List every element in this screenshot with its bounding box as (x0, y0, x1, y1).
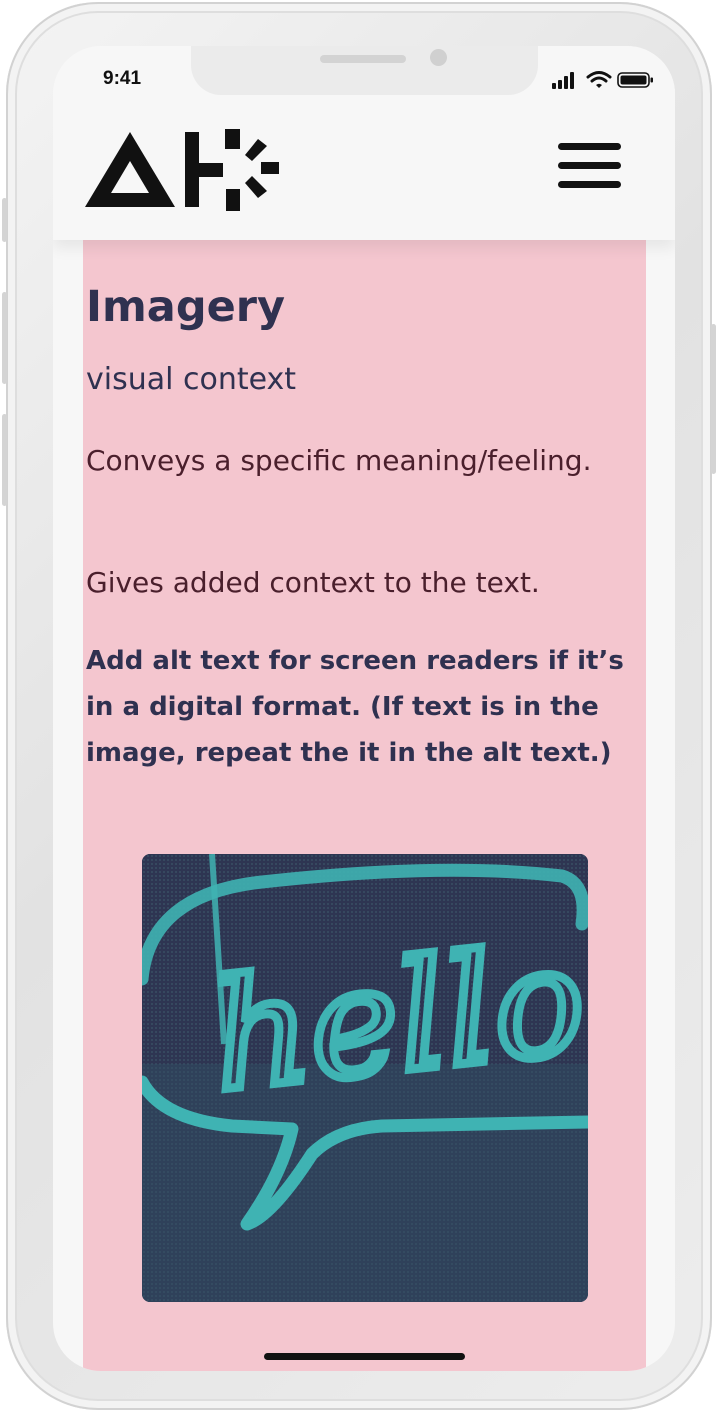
front-camera (430, 49, 447, 66)
phone-frame: 9:41 Imagery visual context Conveys a sp… (2, 2, 716, 1410)
notch (191, 46, 538, 95)
power-button (711, 324, 716, 474)
page-subtitle: visual context (86, 362, 297, 397)
menu-bar-top (558, 143, 621, 150)
page-title: Imagery (86, 282, 286, 332)
status-bar: 9:41 (53, 46, 675, 116)
content-card: Imagery visual context Conveys a specifi… (83, 240, 646, 1371)
speaker-grille (320, 55, 406, 63)
alt-logo[interactable] (85, 129, 280, 211)
alt-text-note: Add alt text for screen readers if it’s … (86, 646, 624, 768)
status-time: 9:41 (103, 68, 142, 89)
app-header (53, 116, 675, 240)
status-icons (551, 70, 656, 90)
home-indicator[interactable] (264, 1353, 465, 1360)
hello-neon-illustration: hello (142, 854, 588, 1302)
hamburger-menu-icon[interactable] (548, 138, 626, 198)
paragraph-context: Gives added context to the text. (86, 566, 540, 599)
mute-switch (2, 198, 7, 242)
volume-up-button (2, 292, 7, 384)
cellular-signal-icon (552, 72, 574, 89)
paragraph-meaning: Conveys a specific meaning/feeling. (86, 444, 592, 477)
hello-neon-image: hello (142, 854, 588, 1302)
menu-bar-middle (558, 162, 621, 169)
phone-screen: 9:41 Imagery visual context Conveys a sp… (53, 46, 675, 1371)
wifi-icon (586, 71, 612, 88)
volume-down-button (2, 414, 7, 506)
menu-bar-bottom (558, 181, 621, 188)
battery-icon (617, 72, 653, 88)
